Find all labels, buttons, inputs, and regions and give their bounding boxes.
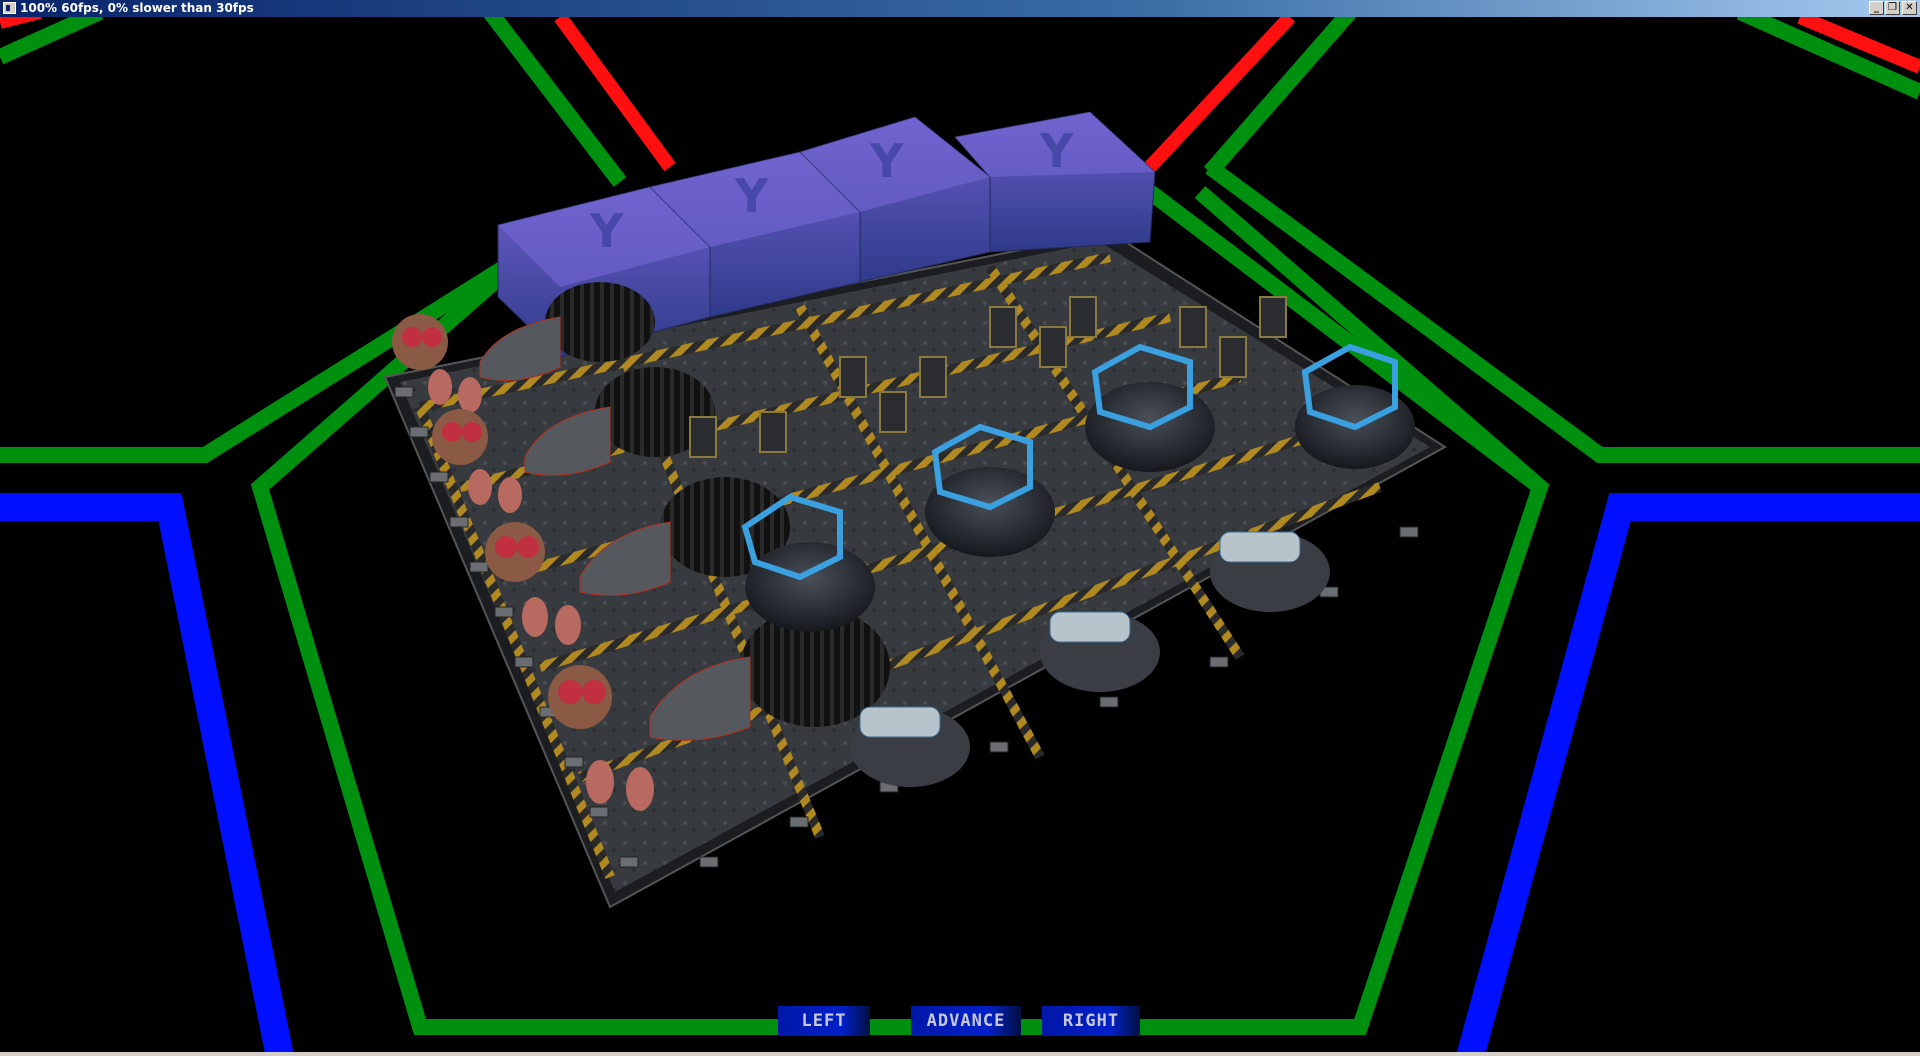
scene-canvas: Y Y Y Y [0,17,1920,1056]
window-title: 100% 60fps, 0% slower than 30fps [20,1,254,15]
close-button[interactable]: ✕ [1902,1,1917,15]
advance-button[interactable]: ADVANCE [911,1006,1021,1036]
left-button[interactable]: LEFT [778,1006,870,1036]
svg-text:Y: Y [869,134,904,188]
svg-text:Y: Y [1039,124,1074,178]
turret-icon [1295,343,1415,469]
game-viewport[interactable]: Y Y Y Y LEFT ADVANCE RIGHT [0,17,1920,1056]
right-button[interactable]: RIGHT [1042,1006,1140,1036]
gun-turret-icon [1210,531,1330,612]
grid-red-lines [0,17,1920,172]
gun-turret-icon [850,706,970,787]
gun-turret-icon [1040,611,1160,692]
app-icon[interactable] [3,2,16,14]
window-titlebar[interactable]: 100% 60fps, 0% slower than 30fps _ ❐ ✕ [0,0,1920,17]
window-bottom-border [0,1052,1920,1056]
restore-button[interactable]: ❐ [1885,1,1900,15]
svg-text:Y: Y [589,204,624,258]
svg-text:Y: Y [734,169,769,223]
minimize-button[interactable]: _ [1869,1,1884,15]
